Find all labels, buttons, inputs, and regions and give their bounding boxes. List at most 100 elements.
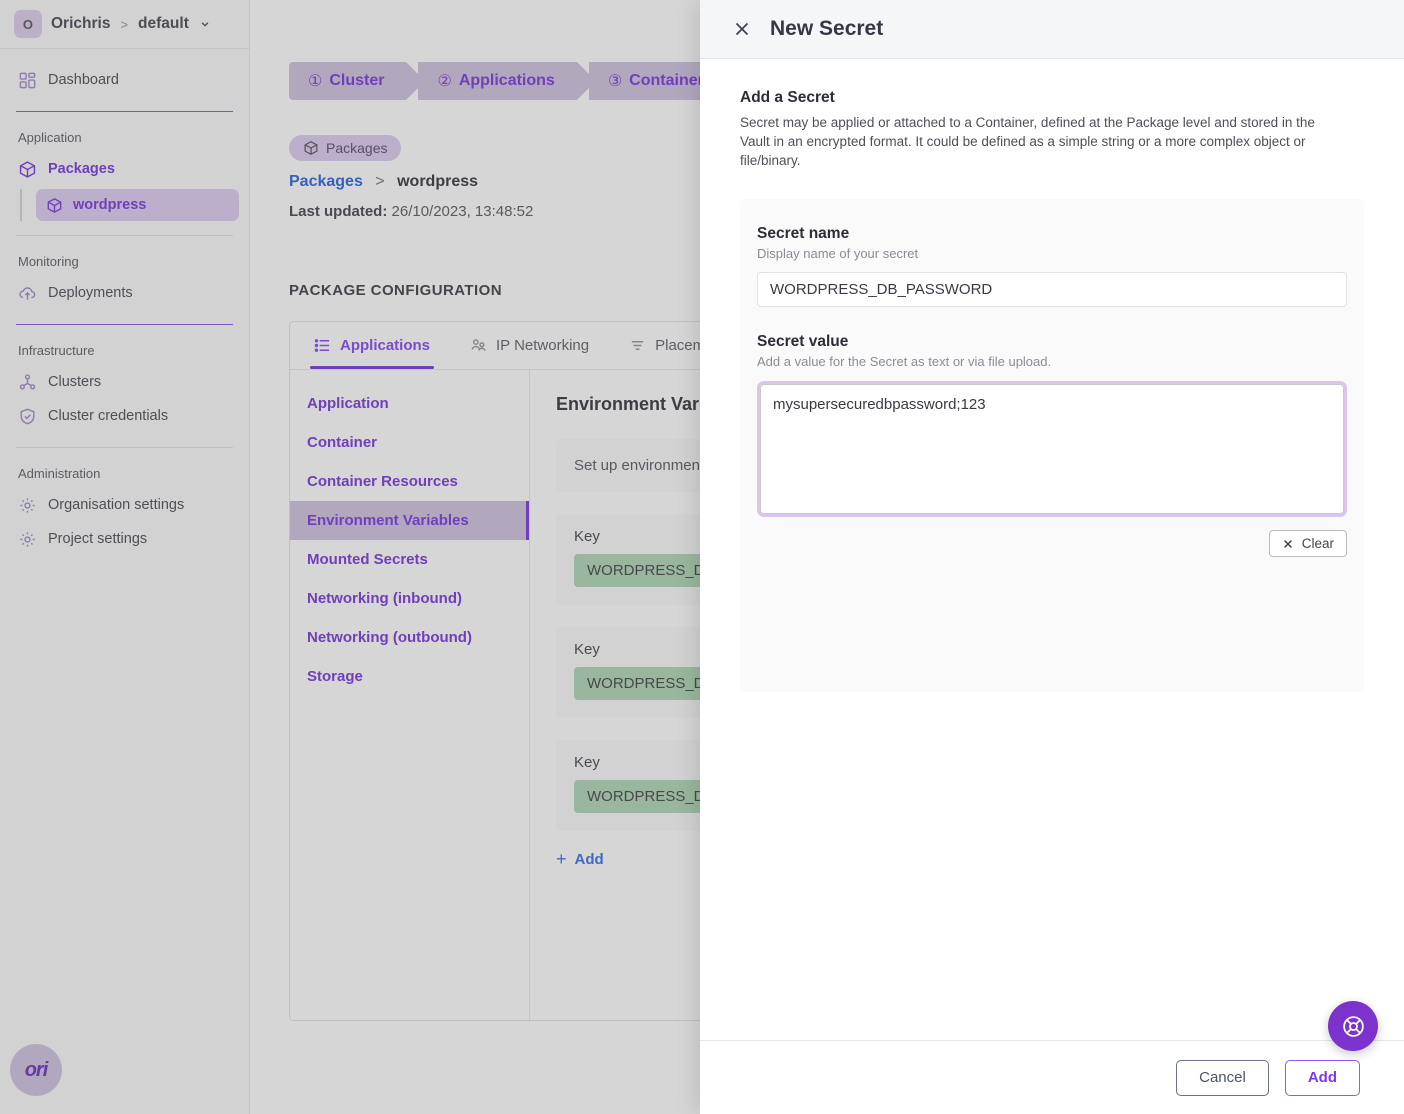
breadcrumb-current: wordpress <box>397 173 479 190</box>
packages-chip[interactable]: Packages <box>289 135 402 161</box>
config-nav-mounted-secrets[interactable]: Mounted Secrets <box>290 540 529 579</box>
sidebar-item-project-settings[interactable]: Project settings <box>10 522 239 556</box>
sidebar-item-packages[interactable]: Packages <box>10 152 239 186</box>
sidebar-item-organisation-settings[interactable]: Organisation settings <box>10 488 239 522</box>
secret-name-label: Secret name <box>757 225 850 243</box>
sidebar-item-label: Project settings <box>48 531 148 547</box>
org-avatar: O <box>14 10 42 38</box>
add-button[interactable]: Add <box>1284 1059 1360 1096</box>
sidebar-item-label: Deployments <box>48 285 133 301</box>
package-icon <box>46 197 63 214</box>
secret-value-textarea[interactable] <box>760 384 1344 515</box>
sidebar-subitem-label: wordpress <box>73 197 147 213</box>
sidebar-item-clusters[interactable]: Clusters <box>10 365 239 399</box>
config-nav-application[interactable]: Application <box>290 384 529 423</box>
app-root: O Orichris > default Dashboard Applicati… <box>0 0 1404 1114</box>
sidebar-item-cluster-credentials[interactable]: Cluster credentials <box>10 399 239 433</box>
drawer-footer: Cancel Add <box>700 1040 1404 1114</box>
close-icon <box>1282 538 1294 550</box>
shield-check-icon <box>18 407 37 426</box>
chevron-down-icon[interactable] <box>200 19 210 29</box>
nav-divider <box>16 447 233 448</box>
secret-value-actions: Clear <box>757 530 1347 558</box>
sidebar-subnav: wordpress <box>20 189 239 221</box>
step-cluster[interactable]: ① Cluster <box>289 62 427 100</box>
last-updated-value: 26/10/2023, 13:48:52 <box>391 203 534 220</box>
cluster-icon <box>18 373 37 392</box>
config-nav-networking-inbound[interactable]: Networking (inbound) <box>290 579 529 618</box>
breadcrumb-packages[interactable]: Packages <box>289 173 363 190</box>
tab-label: IP Networking <box>496 337 590 354</box>
list-icon <box>314 337 331 354</box>
sidebar-item-label: Organisation settings <box>48 497 185 513</box>
secret-name-input[interactable] <box>757 272 1347 308</box>
sidebar-nav: Dashboard Application Packages wordpress… <box>0 49 249 556</box>
tab-applications[interactable]: Applications <box>296 322 448 369</box>
sidebar-item-label: Dashboard <box>48 72 119 88</box>
sidebar-item-dashboard[interactable]: Dashboard <box>10 63 239 97</box>
package-icon <box>18 160 37 179</box>
sidebar-item-label: Packages <box>48 161 115 177</box>
network-icon <box>470 337 487 354</box>
sidebar: O Orichris > default Dashboard Applicati… <box>0 0 250 1114</box>
step-number: ③ <box>607 73 623 90</box>
config-nav-networking-outbound[interactable]: Networking (outbound) <box>290 618 529 657</box>
drawer-header: New Secret <box>700 0 1404 59</box>
drawer-title: New Secret <box>770 17 884 40</box>
sidebar-item-deployments[interactable]: Deployments <box>10 276 239 310</box>
add-secret-description: Secret may be applied or attached to a C… <box>740 115 1315 169</box>
breadcrumb-separator: > <box>375 173 385 190</box>
secret-value-focus-ring <box>757 381 1347 518</box>
grid-icon <box>18 71 37 90</box>
secret-name-field-block: Secret name Display name of your secret <box>757 225 1347 308</box>
tab-ip-networking[interactable]: IP Networking <box>452 322 607 369</box>
secret-value-label: Secret value <box>757 333 849 351</box>
secret-value-field-block: Secret value Add a value for the Secret … <box>757 333 1347 558</box>
gear-icon <box>18 530 37 549</box>
package-icon <box>303 140 319 156</box>
nav-group-administration: Administration <box>18 466 101 481</box>
config-nav-environment-variables[interactable]: Environment Variables <box>290 501 529 540</box>
nav-divider <box>16 324 233 325</box>
nav-group-application: Application <box>18 130 82 145</box>
drawer-body: Add a Secret Secret may be applied or at… <box>700 59 1404 1040</box>
gear-icon <box>18 496 37 515</box>
tab-label: Applications <box>340 337 431 354</box>
nav-divider <box>16 235 233 236</box>
nav-divider <box>16 111 233 112</box>
secret-name-hint: Display name of your secret <box>757 246 919 262</box>
sidebar-item-wordpress[interactable]: wordpress <box>36 189 239 221</box>
plus-icon: + <box>556 849 567 870</box>
new-secret-drawer: New Secret Add a Secret Secret may be ap… <box>700 0 1404 1114</box>
sidebar-item-label: Clusters <box>48 374 102 390</box>
brand-logo[interactable]: ori <box>10 1044 62 1096</box>
secret-form-card: Secret name Display name of your secret … <box>740 199 1364 693</box>
cloud-upload-icon <box>18 284 37 303</box>
clear-button-label: Clear <box>1301 536 1334 552</box>
config-nav-container-resources[interactable]: Container Resources <box>290 462 529 501</box>
step-number: ② <box>437 73 452 90</box>
step-label: Applications <box>458 72 555 89</box>
nav-group-infrastructure: Infrastructure <box>18 343 95 358</box>
nav-group-monitoring: Monitoring <box>18 254 79 269</box>
clear-button[interactable]: Clear <box>1268 530 1347 558</box>
add-secret-heading: Add a Secret <box>740 89 835 106</box>
org-name: Orichris <box>51 15 111 32</box>
step-number: ① <box>308 73 323 90</box>
org-separator: > <box>120 16 129 32</box>
org-switcher[interactable]: O Orichris > default <box>0 0 249 49</box>
cancel-button[interactable]: Cancel <box>1176 1059 1269 1096</box>
config-nav-storage[interactable]: Storage <box>290 657 529 696</box>
config-nav-container[interactable]: Container <box>290 423 529 462</box>
project-name: default <box>138 15 189 32</box>
add-env-var-button[interactable]: + Add <box>556 849 604 870</box>
filter-icon <box>629 337 646 354</box>
close-icon[interactable] <box>732 19 752 39</box>
secret-value-hint: Add a value for the Secret as text or vi… <box>757 354 1052 370</box>
step-applications[interactable]: ② Applications <box>418 62 597 100</box>
sidebar-footer: ori <box>0 1044 249 1114</box>
step-label: Cluster <box>329 72 385 89</box>
help-fab-button[interactable] <box>1328 1001 1378 1051</box>
sidebar-item-label: Cluster credentials <box>48 408 169 424</box>
last-updated-label: Last updated: <box>289 203 388 220</box>
